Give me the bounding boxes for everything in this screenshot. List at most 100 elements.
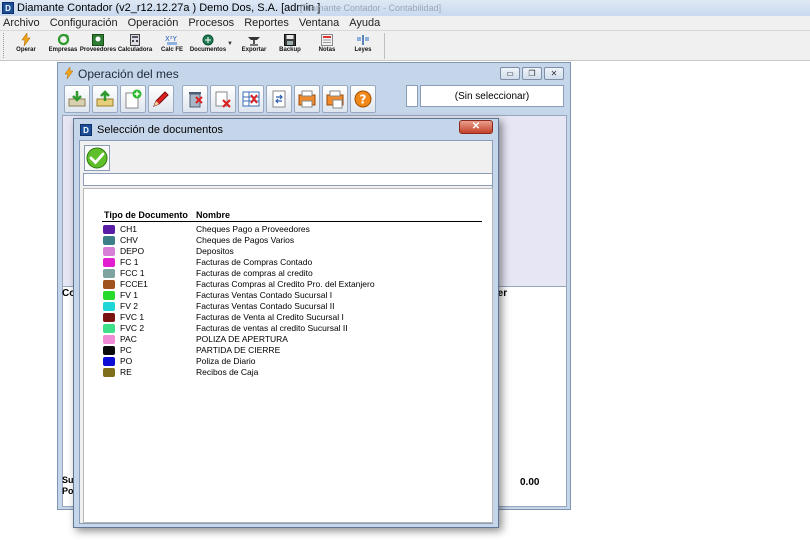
document-name: Recibos de Caja — [196, 367, 259, 377]
color-swatch — [103, 302, 115, 311]
list-item[interactable]: FCCE1 Facturas Compras al Credito Pro. de… — [102, 279, 482, 290]
toolbar-leyes-button[interactable]: Leyes — [345, 33, 381, 59]
color-swatch — [103, 269, 115, 278]
color-swatch — [103, 346, 115, 355]
list-item[interactable]: CH1 Cheques Pago a Proveedores — [102, 224, 482, 235]
color-swatch — [103, 357, 115, 366]
app-titlebar: D Diamante Contador (v2_r12.12.27a ) Dem… — [0, 0, 810, 16]
document-code: FCCE1 — [120, 279, 148, 289]
toolbar-empresas-button[interactable]: Empresas — [45, 33, 81, 59]
color-swatch — [103, 247, 115, 256]
help-button[interactable]: ? — [350, 85, 376, 113]
menubar: Archivo Configuración Operación Procesos… — [0, 16, 810, 31]
chevron-down-icon[interactable]: ▼ — [227, 41, 233, 47]
menu-procesos[interactable]: Procesos — [188, 17, 234, 29]
toolbar-label: Calculadora — [117, 47, 153, 53]
list-item[interactable]: PC PARTIDA DE CIERRE — [102, 345, 482, 356]
list-item[interactable]: FVC 1 Facturas de Venta al Credito Sucurs… — [102, 312, 482, 323]
document-type-list: Tipo de Documento Nombre CH1 Cheques Pago… — [83, 188, 493, 523]
totals-value: 0.00 — [520, 477, 540, 488]
toolbar-operar-button[interactable]: Operar — [8, 33, 44, 59]
totals-label-1: Su — [62, 475, 74, 485]
menu-ayuda[interactable]: Ayuda — [349, 17, 380, 29]
toolbar-calcfe-button[interactable]: X²Y Calc FE — [154, 33, 190, 59]
list-item[interactable]: DEPO Depositos — [102, 246, 482, 257]
lightning-icon — [19, 33, 33, 46]
app-title-faded: [Diamante Contador - Contabilidad] — [300, 3, 442, 13]
toolbar-documentos-button[interactable]: Documentos — [190, 33, 226, 59]
toolbar-calculadora-button[interactable]: Calculadora — [117, 33, 153, 59]
scales-icon — [356, 33, 370, 46]
grid-delete-icon — [242, 91, 260, 107]
disk-icon — [283, 33, 297, 46]
toolbar-label: Calc FE — [160, 47, 183, 53]
provider-icon — [91, 33, 105, 46]
new-document-button[interactable] — [120, 85, 146, 113]
pencil-icon — [153, 91, 169, 107]
print-preview-button[interactable] — [322, 85, 348, 113]
grid-delete-button[interactable] — [238, 85, 264, 113]
document-code: FV 1 — [120, 290, 138, 300]
list-item[interactable]: FV 2 Facturas Ventas Contado Sucursal II — [102, 301, 482, 312]
list-item[interactable]: PO Poliza de Diario — [102, 356, 482, 367]
document-selector[interactable]: (Sin seleccionar) — [420, 85, 564, 107]
color-swatch — [103, 335, 115, 344]
list-item[interactable]: FCC 1 Facturas de compras al credito — [102, 268, 482, 279]
print-button[interactable] — [294, 85, 320, 113]
menu-reportes[interactable]: Reportes — [244, 17, 289, 29]
delete-button[interactable] — [182, 85, 208, 113]
edit-button[interactable] — [148, 85, 174, 113]
filter-input[interactable] — [83, 173, 493, 186]
print-preview-icon — [326, 90, 344, 109]
minimize-button[interactable]: ▭ — [500, 67, 520, 80]
export-button[interactable] — [92, 85, 118, 113]
color-swatch — [103, 280, 115, 289]
op-window-controls: ▭ ❐ ✕ — [500, 67, 564, 80]
menu-ventana[interactable]: Ventana — [299, 17, 339, 29]
toolbar-label: Notas — [318, 47, 336, 53]
list-item[interactable]: CHV Cheques de Pagos Varios — [102, 235, 482, 246]
svg-text:?: ? — [360, 93, 367, 107]
menu-archivo[interactable]: Archivo — [3, 17, 40, 29]
list-item[interactable]: FVC 2 Facturas de ventas al credito Sucur… — [102, 323, 482, 334]
column-header-tipo[interactable]: Tipo de Documento — [104, 210, 188, 220]
menu-operacion[interactable]: Operación — [128, 17, 179, 29]
color-swatch — [103, 368, 115, 377]
import-button[interactable] — [64, 85, 90, 113]
list-item[interactable]: FV 1 Facturas Ventas Contado Sucursal I — [102, 290, 482, 301]
dialog-close-button[interactable]: ✕ — [459, 120, 493, 134]
list-item[interactable]: FC 1 Facturas de Compras Contado — [102, 257, 482, 268]
restore-button[interactable]: ❐ — [522, 67, 542, 80]
op-window-title: Operación del mes — [78, 67, 179, 81]
dialog-titlebar[interactable]: D Selección de documentos — [74, 119, 498, 141]
transfer-icon — [272, 90, 286, 108]
document-name: Facturas de ventas al credito Sucursal I… — [196, 323, 348, 333]
color-swatch — [103, 236, 115, 245]
op-window-titlebar[interactable]: Operación del mes — [58, 63, 570, 85]
list-item[interactable]: PAC POLIZA DE APERTURA — [102, 334, 482, 345]
op-toolbar: ? — [64, 85, 400, 115]
dialog-body: Tipo de Documento Nombre CH1 Cheques Pago… — [79, 140, 493, 524]
accept-button[interactable] — [84, 145, 110, 171]
list-item[interactable]: RE Recibos de Caja — [102, 367, 482, 378]
delete-document-button[interactable] — [210, 85, 236, 113]
toolbar-exportar-button[interactable]: Exportar — [236, 33, 272, 59]
toolbar-proveedores-button[interactable]: Proveedores — [80, 33, 116, 59]
document-code: FVC 2 — [120, 323, 145, 333]
document-code: FCC 1 — [120, 268, 145, 278]
close-button[interactable]: ✕ — [544, 67, 564, 80]
toolbar-backup-button[interactable]: Backup — [272, 33, 308, 59]
op-side-panel — [406, 85, 418, 107]
menu-configuracion[interactable]: Configuración — [50, 17, 118, 29]
document-code: PO — [120, 356, 133, 366]
transfer-button[interactable] — [266, 85, 292, 113]
document-name: Cheques de Pagos Varios — [196, 235, 295, 245]
document-code: CH1 — [120, 224, 138, 234]
document-code: DEPO — [120, 246, 145, 256]
document-name: POLIZA DE APERTURA — [196, 334, 288, 344]
toolbar-handle[interactable] — [3, 33, 6, 58]
toolbar-label: Empresas — [48, 47, 78, 53]
column-header-nombre[interactable]: Nombre — [196, 210, 230, 220]
toolbar-notas-button[interactable]: Notas — [309, 33, 345, 59]
document-name: Facturas de Compras Contado — [196, 257, 313, 267]
